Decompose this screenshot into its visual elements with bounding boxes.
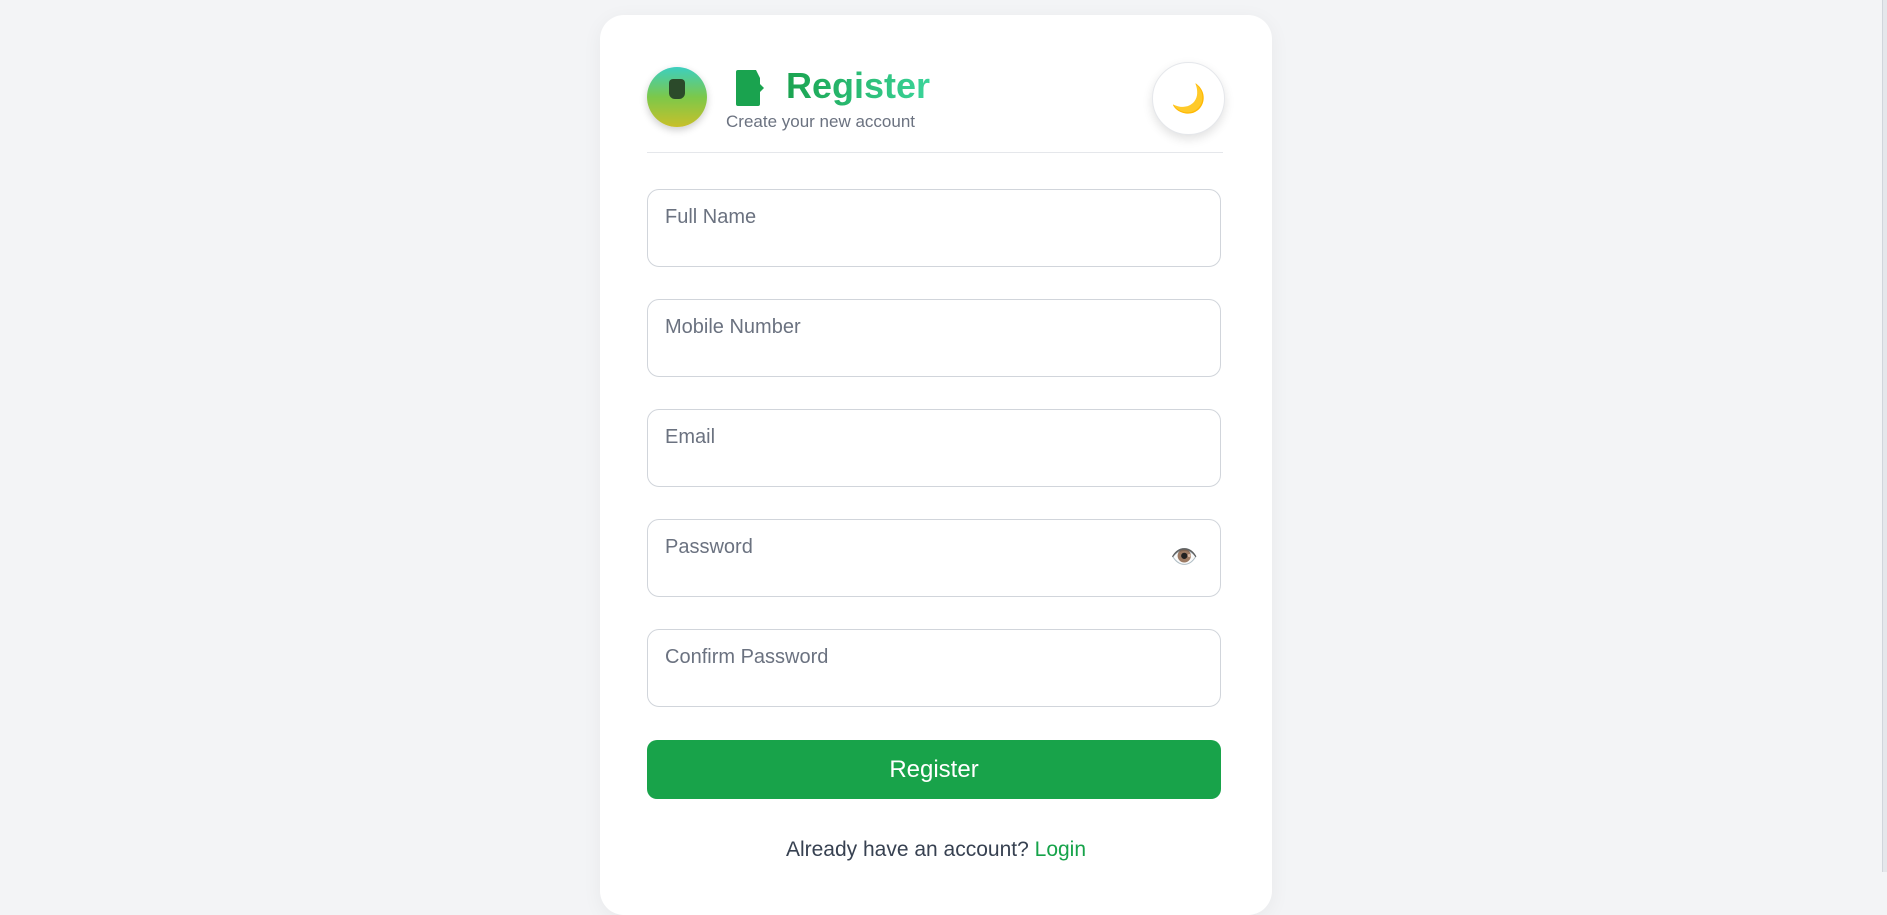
full-name-field[interactable]: Full Name <box>647 189 1221 267</box>
login-link[interactable]: Login <box>1035 838 1086 861</box>
mobile-number-input[interactable] <box>665 340 1170 368</box>
full-name-input[interactable] <box>665 230 1170 258</box>
email-input[interactable] <box>665 450 1170 478</box>
confirm-password-label: Confirm Password <box>665 646 829 668</box>
page-scrollbar[interactable] <box>1882 0 1887 872</box>
hand-icon <box>669 79 685 99</box>
full-name-label: Full Name <box>665 206 757 228</box>
confirm-password-field[interactable]: Confirm Password <box>647 629 1221 707</box>
theme-toggle-button[interactable]: 🌙 <box>1152 62 1225 135</box>
password-label: Password <box>665 536 753 558</box>
email-label: Email <box>665 426 716 448</box>
mobile-number-label: Mobile Number <box>665 316 801 338</box>
page-subtitle: Create your new account <box>726 112 915 131</box>
login-prompt-text: Already have an account? <box>785 838 1029 861</box>
page-title: Register <box>786 65 931 106</box>
password-input[interactable] <box>665 560 1170 588</box>
register-card: Register Create your new account 🌙 Full … <box>600 15 1272 915</box>
document-icon <box>736 70 764 106</box>
header-divider <box>647 152 1223 153</box>
moon-icon: 🌙 <box>1171 83 1206 114</box>
confirm-password-input[interactable] <box>665 670 1170 698</box>
register-button[interactable]: Register <box>647 740 1221 799</box>
login-prompt: Already have an account? Login <box>600 838 1272 862</box>
password-field[interactable]: Password 👁️ <box>647 519 1221 597</box>
mobile-number-field[interactable]: Mobile Number <box>647 299 1221 377</box>
eye-icon[interactable]: 👁️ <box>1171 544 1198 570</box>
email-field[interactable]: Email <box>647 409 1221 487</box>
farm-hand-logo <box>647 67 707 127</box>
